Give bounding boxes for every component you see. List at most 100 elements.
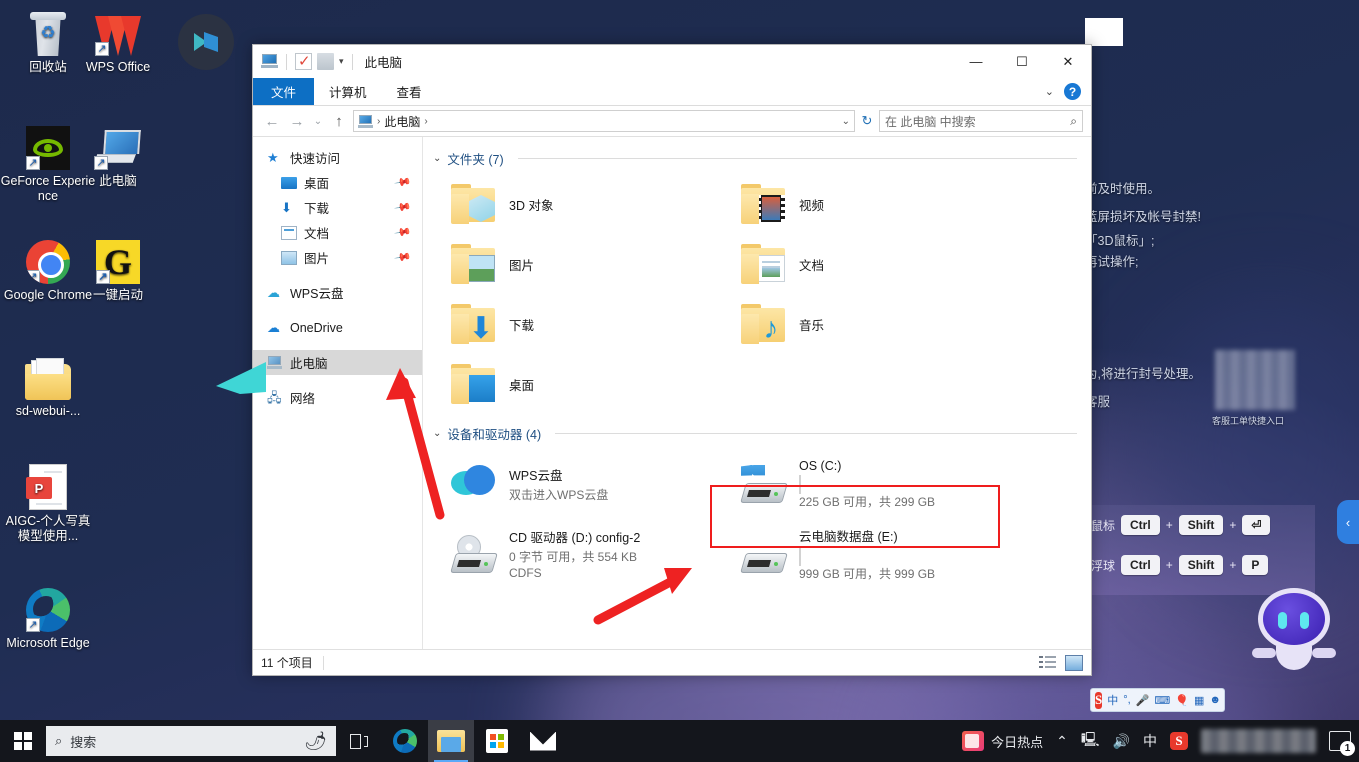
sidebar-item-network[interactable]: 🖧 网络 — [253, 385, 422, 410]
drive-tile-cd-d[interactable]: CD 驱动器 (D:) config-2 0 字节 可用，共 554 KB CD… — [433, 519, 723, 589]
taskbar-mail-button[interactable] — [520, 720, 566, 762]
breadcrumb-dropdown-icon[interactable]: ⌄ — [842, 116, 850, 127]
ime-punct-icon[interactable]: °, — [1123, 694, 1130, 706]
pin-icon[interactable]: 📌 — [394, 173, 413, 192]
desktop-icon-microsoft-edge[interactable]: ↗ Microsoft Edge — [0, 580, 96, 651]
this-pc-icon[interactable] — [261, 53, 278, 70]
help-icon[interactable]: ? — [1064, 83, 1081, 100]
task-view-button[interactable] — [336, 720, 382, 762]
details-view-icon[interactable] — [1039, 655, 1057, 671]
sogou-icon[interactable]: S — [1095, 691, 1103, 709]
ime-avatar-icon[interactable]: ☻ — [1209, 694, 1221, 706]
breadcrumb-bar[interactable]: › 此电脑 › ⌄ — [353, 110, 855, 132]
sidebar-item-quick-access[interactable]: ★ 快速访问 — [253, 145, 422, 170]
search-box[interactable]: 在 此电脑 中搜索 ⌕ — [879, 110, 1083, 132]
cd-drive-icon — [450, 535, 498, 573]
folder-icon-3d-objects — [451, 184, 497, 224]
sidebar-item-this-pc[interactable]: 此电脑 — [253, 350, 422, 375]
ribbon-right-controls: ⌄ ? — [1045, 78, 1091, 105]
properties-check-icon[interactable] — [295, 52, 312, 70]
clock-area-blurred[interactable] — [1201, 729, 1316, 753]
content-pane: ⌄ 文件夹 (7) 3D 对象 视频 图片 文档 ⬇ 下载 ♪ 音乐 桌面 ⌄ … — [423, 137, 1091, 649]
group-header-folders[interactable]: ⌄ 文件夹 (7) — [433, 149, 1091, 168]
taskbar-store-button[interactable] — [474, 720, 520, 762]
folder-tile-3d-objects[interactable]: 3D 对象 — [433, 174, 723, 234]
ime-mode-label[interactable]: 中 — [1143, 731, 1157, 751]
sogou-ime-floating-bar[interactable]: S 中 °, 🎤 ⌨ 🎈 ▦ ☻ — [1090, 688, 1225, 712]
sogou-icon[interactable]: S — [1170, 732, 1188, 750]
desktop-icon-teal-app[interactable] — [158, 14, 254, 74]
desktop-icon-one-click-start[interactable]: G ↗ 一键启动 — [70, 232, 166, 303]
chevron-down-icon[interactable]: ⌄ — [433, 428, 441, 439]
robot-assistant-icon[interactable] — [1250, 580, 1338, 680]
robot-head — [1258, 588, 1330, 650]
back-button[interactable]: ← — [261, 110, 283, 132]
search-icon[interactable]: ⌕ — [1070, 114, 1077, 129]
notification-icon[interactable]: 1 — [1329, 731, 1355, 756]
side-panel-toggle[interactable]: ‹ — [1337, 500, 1359, 544]
highlight-box-cloud-drive — [710, 485, 1000, 548]
sidebar-item-label: 此电脑 — [290, 357, 328, 371]
customize-caret-icon[interactable]: ▾ — [339, 56, 344, 67]
taskbar-edge-button[interactable] — [382, 720, 428, 762]
folder-tile-videos[interactable]: 视频 — [723, 174, 1013, 234]
new-folder-icon[interactable] — [317, 53, 334, 70]
forward-button[interactable]: → — [286, 110, 308, 132]
pin-icon[interactable]: 📌 — [394, 198, 413, 217]
tab-view[interactable]: 查看 — [382, 78, 437, 105]
network-tray-icon[interactable]: 🖳 — [1081, 729, 1100, 753]
breadcrumb-item-this-pc[interactable]: 此电脑 — [384, 113, 420, 130]
folder-tile-documents[interactable]: 文档 — [723, 234, 1013, 294]
chevron-down-icon[interactable]: ⌄ — [1045, 85, 1054, 98]
folder-tile-pictures[interactable]: 图片 — [433, 234, 723, 294]
desktop-icon-wps-office[interactable]: ↗ WPS Office — [70, 4, 166, 75]
search-input[interactable]: 在 此电脑 中搜索 — [885, 113, 976, 130]
ime-emoji-icon[interactable]: 🎈 — [1175, 694, 1189, 707]
folder-tile-downloads[interactable]: ⬇ 下载 — [433, 294, 723, 354]
sidebar-item-documents[interactable]: 文档 📌 — [253, 220, 422, 245]
search-input[interactable]: 搜索 — [70, 732, 96, 751]
pin-icon[interactable]: 📌 — [394, 223, 413, 242]
desktop-icon-label: 一键启动 — [92, 288, 143, 302]
sidebar-item-downloads[interactable]: ⬇ 下载 📌 — [253, 195, 422, 220]
desktop-icon-aigc-pdf[interactable]: P AIGC-个人写真模型使用... — [0, 458, 96, 544]
sidebar-item-wps-cloud[interactable]: ☁ WPS云盘 — [253, 280, 422, 305]
shortcut-row-ball: 浮球 Ctrl + Shift + P — [1085, 545, 1315, 585]
notification-count: 1 — [1340, 741, 1355, 756]
ime-apps-icon[interactable]: ▦ — [1194, 694, 1204, 707]
refresh-button[interactable]: ↻ — [858, 110, 876, 132]
robot-arm-left — [1252, 648, 1276, 658]
ime-voice-icon[interactable]: 🎤 — [1136, 694, 1150, 707]
tab-file[interactable]: 文件 — [253, 78, 315, 105]
large-icons-view-icon[interactable] — [1065, 654, 1083, 671]
start-button[interactable] — [0, 720, 46, 762]
maximize-button[interactable]: ☐ — [999, 46, 1045, 77]
folder-tile-music[interactable]: ♪ 音乐 — [723, 294, 1013, 354]
chevron-down-icon[interactable]: ⌄ — [433, 153, 441, 164]
sidebar-item-onedrive[interactable]: ☁ OneDrive — [253, 315, 422, 340]
folder-tile-desktop[interactable]: 桌面 — [433, 354, 723, 414]
sidebar-item-pictures[interactable]: 图片 📌 — [253, 245, 422, 270]
breadcrumb-separator-2[interactable]: › — [424, 116, 427, 127]
recent-locations-button[interactable]: ⌄ — [311, 110, 325, 132]
ime-keyboard-icon[interactable]: ⌨ — [1154, 694, 1170, 707]
taskbar-search-box[interactable]: ⌕ 搜索 🌶 — [46, 726, 336, 756]
blurred-wallpaper-thumb — [1215, 350, 1295, 410]
chevron-up-icon[interactable]: ⌃ — [1056, 733, 1068, 750]
volume-icon[interactable]: 🔊 — [1113, 733, 1130, 750]
desktop-icon-sd-webui-folder[interactable]: sd-webui-... — [0, 348, 96, 419]
tab-computer[interactable]: 计算机 — [314, 78, 382, 105]
ime-mode-label[interactable]: 中 — [1107, 692, 1118, 708]
news-and-interests[interactable]: 今日热点 — [962, 731, 1043, 751]
taskbar-file-explorer-button[interactable] — [428, 720, 474, 762]
pin-icon[interactable]: 📌 — [394, 248, 413, 267]
sidebar-item-desktop[interactable]: 桌面 📌 — [253, 170, 422, 195]
system-tray: 今日热点 ⌃ 🖳 🔊 中 S 1 — [962, 729, 1359, 756]
minimize-button[interactable]: — — [953, 46, 999, 77]
group-header-devices[interactable]: ⌄ 设备和驱动器 (4) — [433, 424, 1091, 443]
close-button[interactable]: ✕ — [1045, 46, 1091, 77]
desktop-icon-this-pc[interactable]: ↗ 此电脑 — [70, 118, 166, 189]
shortcut-key-shift-1: Shift — [1178, 515, 1224, 535]
up-button[interactable]: ↑ — [328, 110, 350, 132]
drive-tile-wps-cloud[interactable]: WPS云盘 双击进入WPS云盘 — [433, 449, 723, 519]
